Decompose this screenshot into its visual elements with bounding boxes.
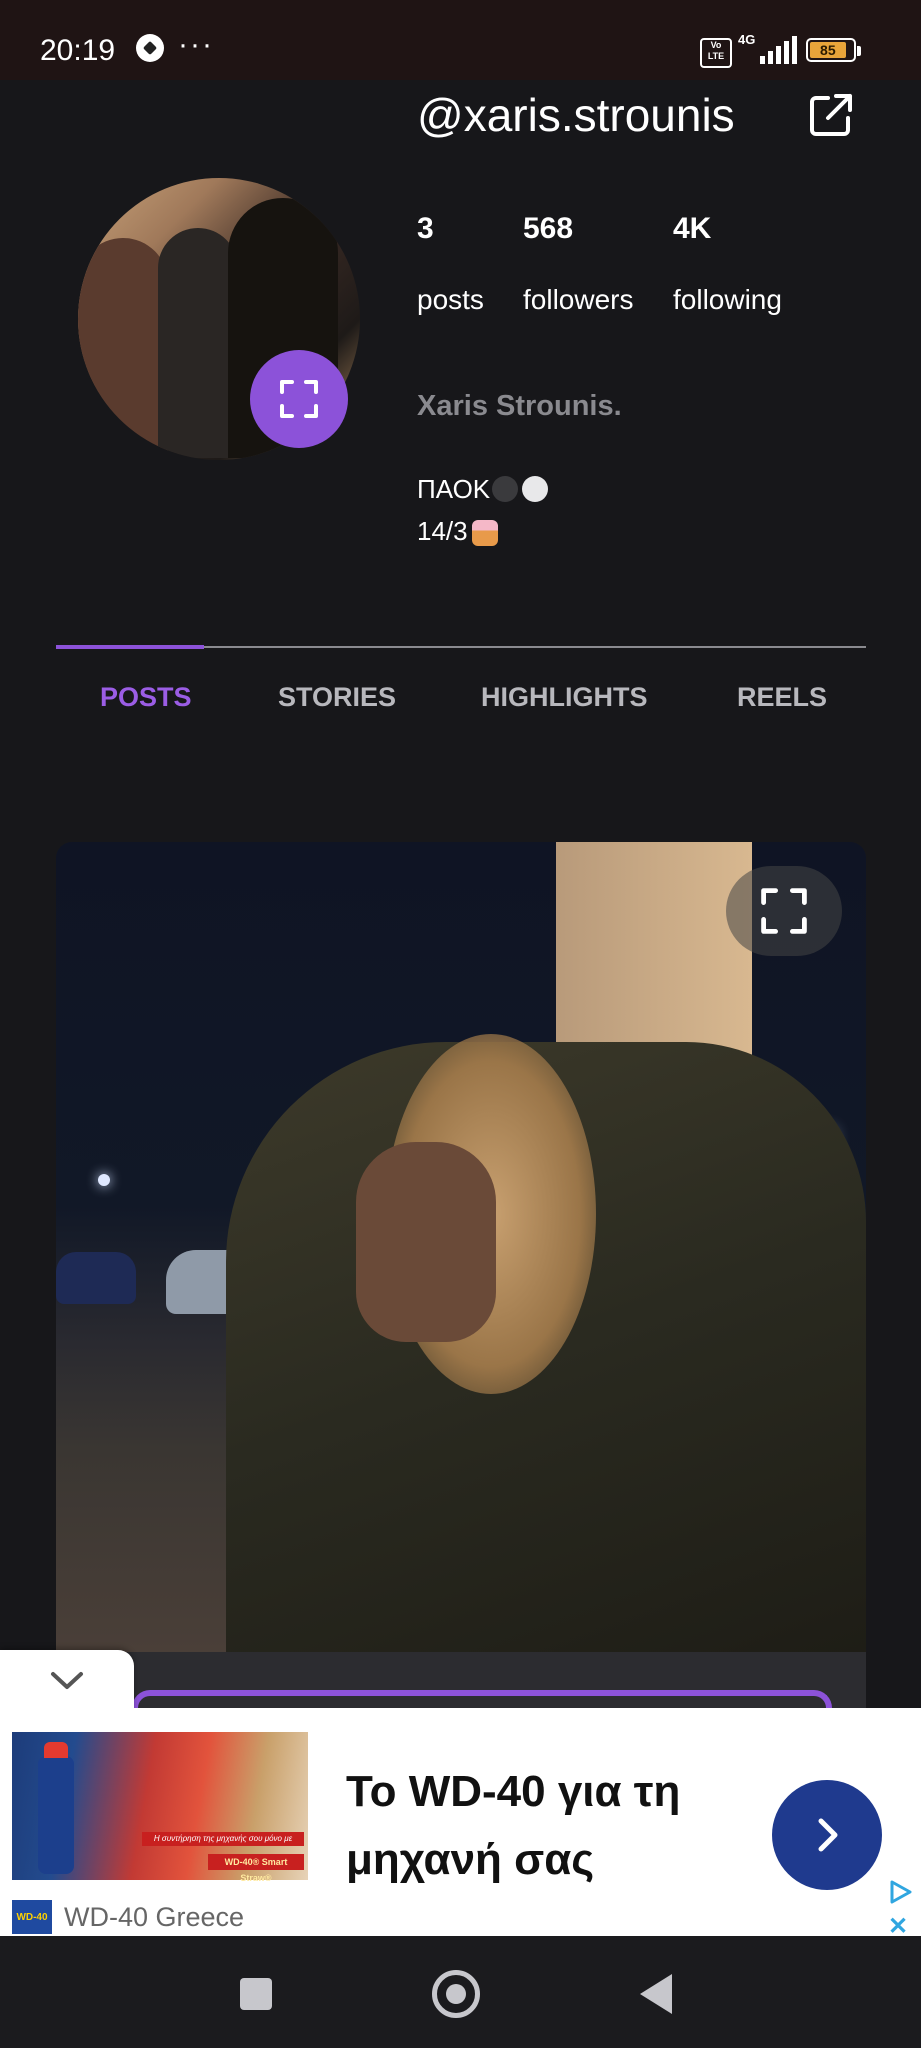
ad-choices-icon[interactable]: [886, 1878, 914, 1906]
network-type: 4G: [738, 32, 756, 47]
ad-open-button[interactable]: [772, 1780, 882, 1890]
bio-text: 14/3: [417, 516, 468, 546]
status-bar: 20:19 ··· Vo LTE 4G 85: [0, 0, 921, 80]
tab-stories[interactable]: STORIES: [278, 682, 396, 713]
collapse-ad-button[interactable]: [0, 1650, 134, 1712]
battery-icon: 85: [806, 38, 861, 62]
tab-active-indicator: [56, 645, 204, 649]
status-time: 20:19: [40, 34, 116, 67]
ad-brand-logo: WD-40: [12, 1900, 52, 1934]
bio-line: 14/3: [417, 516, 498, 547]
recent-apps-button[interactable]: [240, 1978, 272, 2010]
black-circle-icon: [492, 476, 519, 502]
ad-image-caption: Η συντήρηση της μηχανής σου μόνο με: [142, 1832, 304, 1846]
avatar-expand-button[interactable]: [250, 350, 348, 448]
expand-icon: [280, 380, 318, 418]
ad-image[interactable]: Η συντήρηση της μηχανής σου μόνο με WD-4…: [12, 1732, 308, 1883]
bio-line: ΠΑΟΚ: [417, 474, 549, 505]
street-lamp: [98, 1174, 110, 1186]
followers-count: 568: [523, 212, 574, 245]
external-link-icon[interactable]: [808, 92, 854, 138]
photo-car: [56, 1252, 136, 1304]
posts-count: 3: [417, 212, 434, 245]
ad-image-badge: WD-40® Smart Straw®: [208, 1854, 304, 1883]
bio-text: ΠΑΟΚ: [417, 474, 491, 504]
chevron-down-icon: [51, 1672, 83, 1689]
profile-full-name: Xaris Strounis.: [417, 390, 622, 422]
post-image[interactable]: [56, 842, 866, 1652]
tab-highlights[interactable]: HIGHLIGHTS: [481, 682, 648, 713]
battery-level: 85: [810, 42, 846, 58]
birthday-cake-icon: [471, 520, 498, 546]
avatar-figure: [158, 228, 238, 458]
ad-brand[interactable]: WD-40 Greece: [64, 1902, 244, 1933]
white-circle-icon: [522, 476, 549, 502]
following-count: 4K: [673, 212, 712, 245]
volte-icon: Vo LTE: [700, 38, 732, 68]
ad-title[interactable]: Το WD-40 για τη μηχανή σας: [346, 1758, 766, 1894]
following-label: following: [673, 284, 782, 315]
photo-face: [356, 1142, 496, 1342]
expand-icon: [761, 888, 807, 934]
wd40-can: [38, 1742, 74, 1874]
posts-label: posts: [417, 284, 484, 315]
followers-label: followers: [523, 284, 634, 315]
tab-posts[interactable]: POSTS: [100, 682, 192, 713]
profile-username: @xaris.strounis: [417, 89, 735, 141]
chevron-right-icon: [818, 1818, 838, 1852]
home-button[interactable]: [432, 1970, 480, 2018]
post-expand-button[interactable]: [726, 866, 842, 956]
football-icon: [136, 34, 164, 62]
tab-reels[interactable]: REELS: [737, 682, 827, 713]
avatar-figure: [78, 238, 168, 460]
signal-icon: [760, 36, 797, 64]
status-overflow: ···: [178, 28, 214, 61]
system-nav-bar: [0, 1936, 921, 2048]
back-button[interactable]: [640, 1974, 672, 2014]
ad-banner[interactable]: Η συντήρηση της μηχανής σου μόνο με WD-4…: [0, 1708, 921, 1940]
